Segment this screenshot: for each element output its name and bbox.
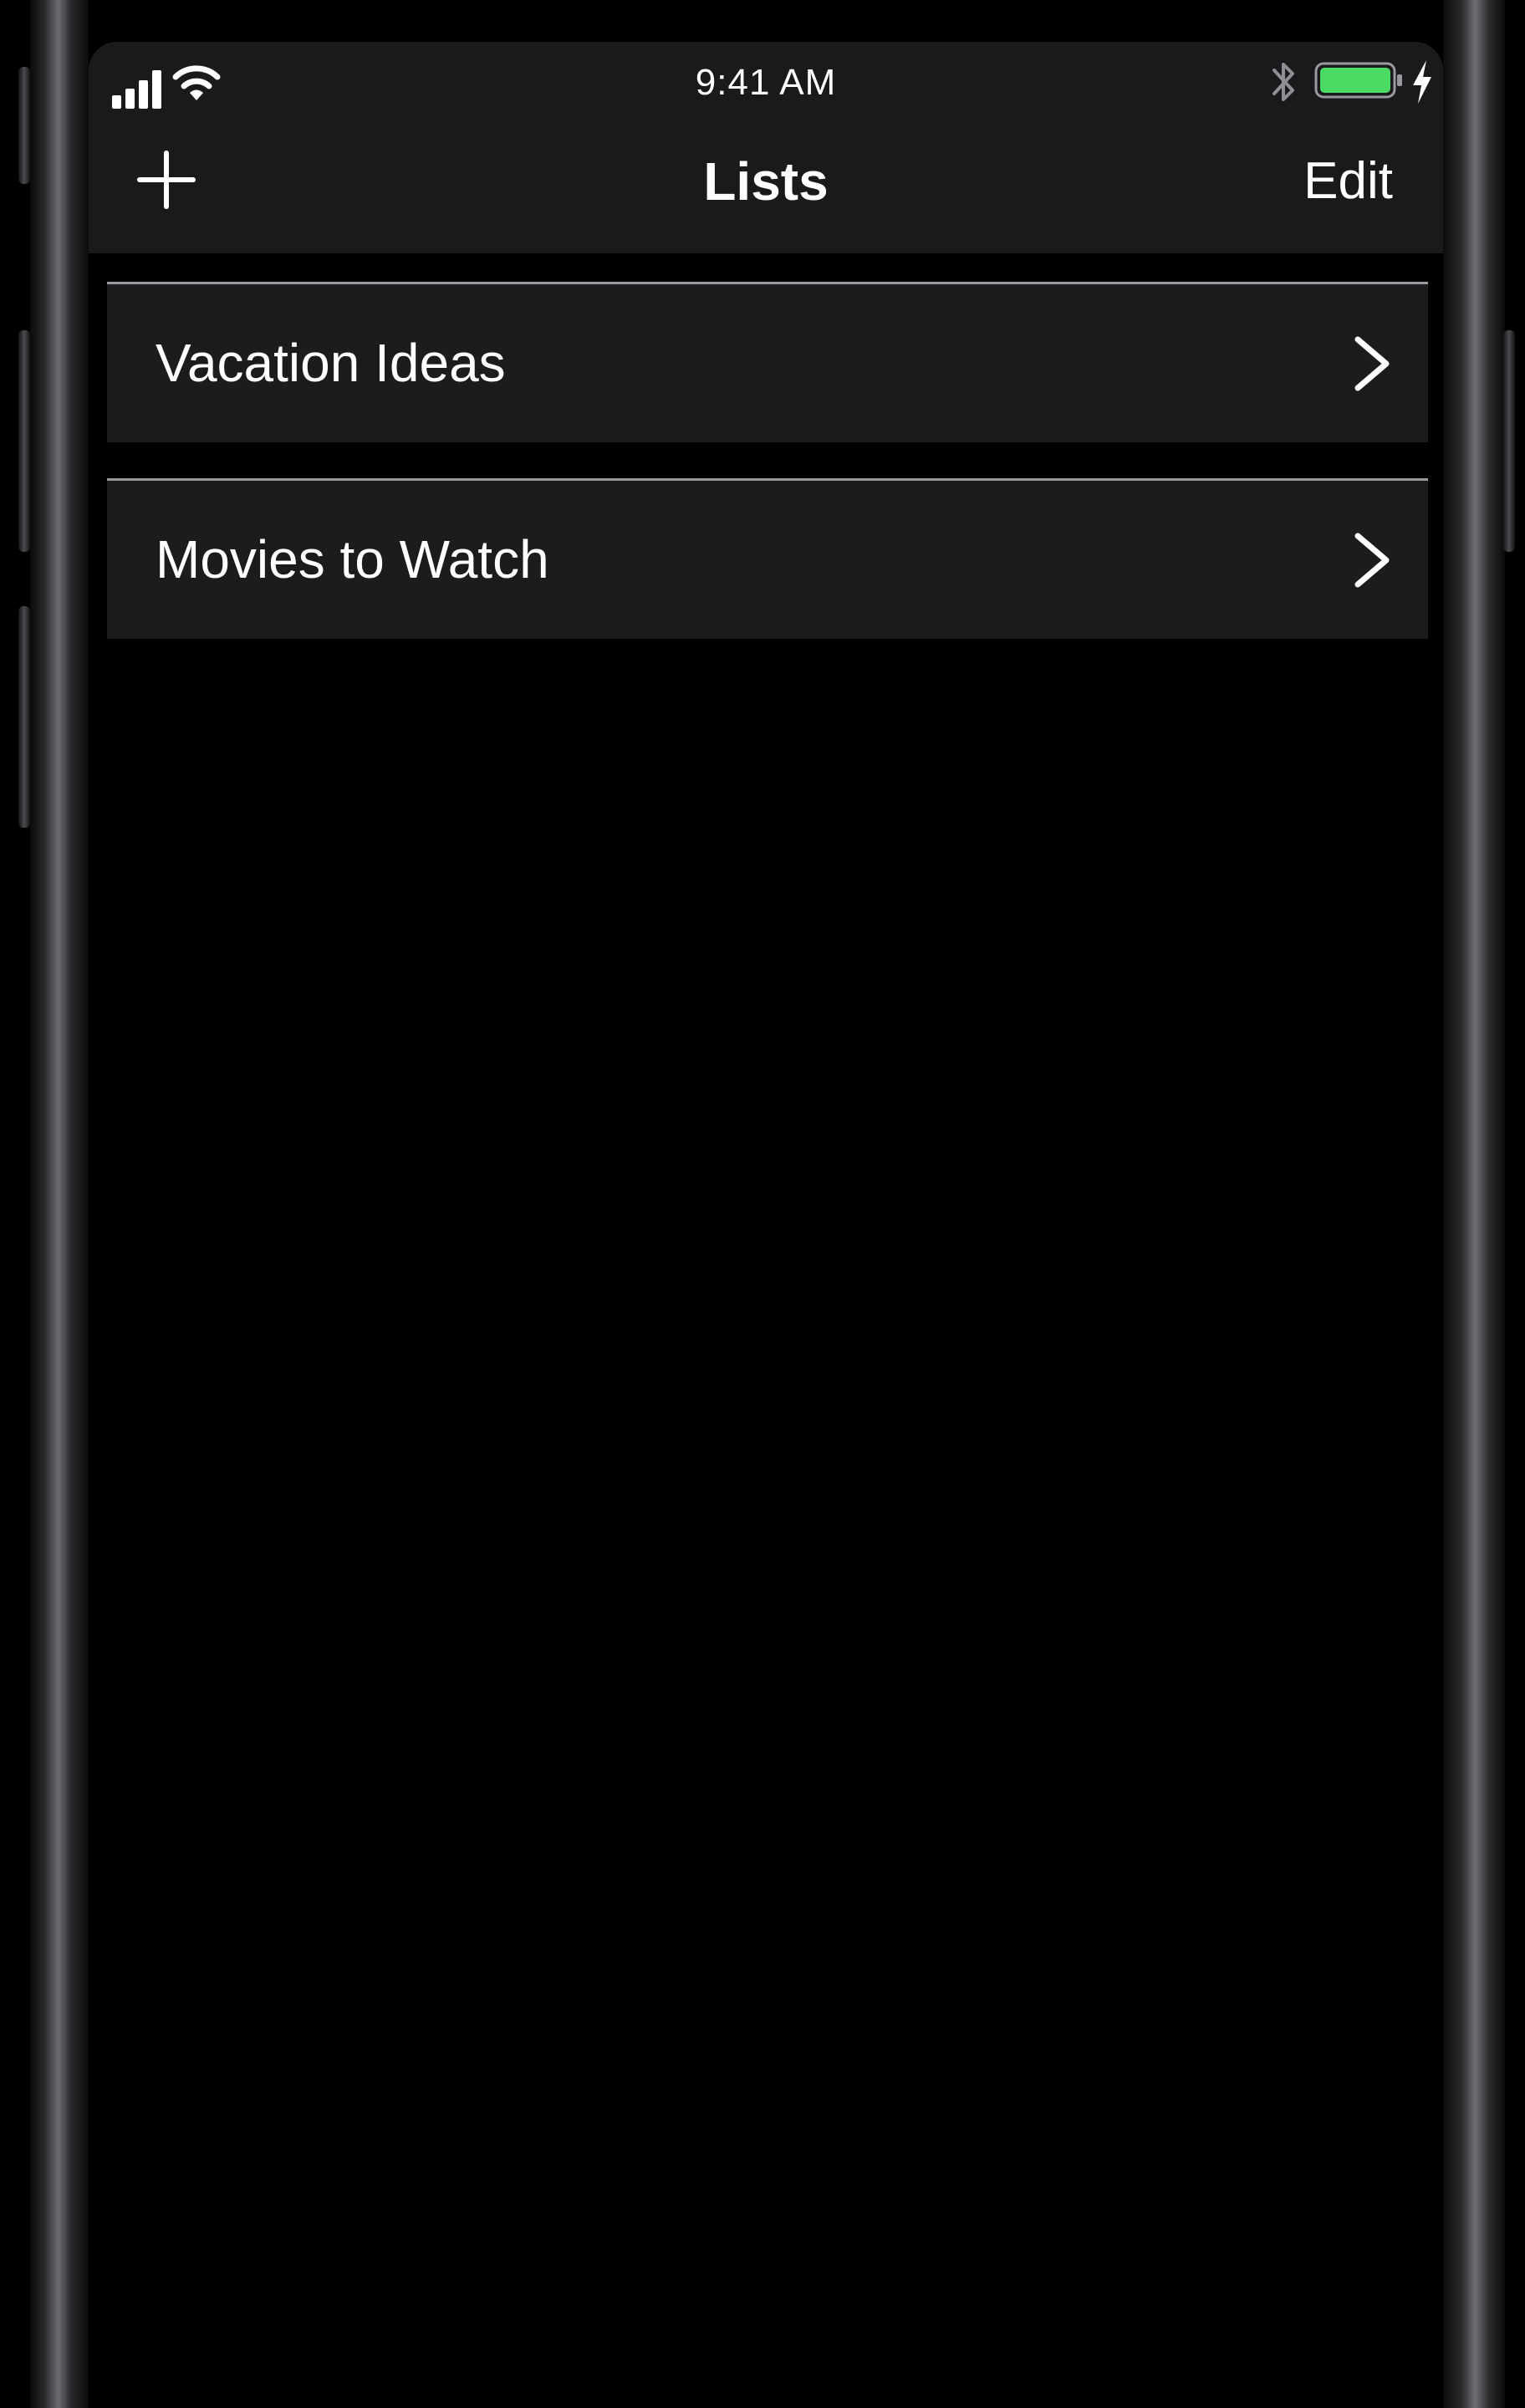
wifi-icon <box>172 65 221 100</box>
chevron-right-icon <box>1354 336 1390 391</box>
cellular-signal-icon <box>112 70 161 109</box>
phone-frame-left <box>30 0 89 2408</box>
chevron-right-icon <box>1354 533 1390 588</box>
app-screen: 9:41 AM Lists Edit Vacation Ideas Movies… <box>89 42 1443 2408</box>
list-item-vacation-ideas[interactable]: Vacation Ideas <box>107 282 1428 442</box>
plus-icon[interactable] <box>137 150 196 209</box>
phone-frame-right <box>1443 0 1505 2408</box>
battery-icon <box>1314 62 1402 99</box>
list-item-movies-to-watch[interactable]: Movies to Watch <box>107 478 1428 639</box>
status-time: 9:41 AM <box>695 62 837 103</box>
navigation-bar: 9:41 AM Lists Edit <box>89 42 1443 253</box>
volume-down-button <box>18 606 30 828</box>
phone-device: 9:41 AM Lists Edit Vacation Ideas Movies… <box>0 0 1525 2408</box>
charging-bolt-icon <box>1413 60 1431 104</box>
page-title: Lists <box>703 151 829 212</box>
list-item-label: Movies to Watch <box>156 529 549 589</box>
list-item-label: Vacation Ideas <box>156 333 506 393</box>
volume-up-button <box>18 330 30 552</box>
bluetooth-icon <box>1273 63 1294 101</box>
mute-switch <box>18 67 30 184</box>
edit-button[interactable]: Edit <box>1209 144 1393 219</box>
side-button <box>1503 330 1515 552</box>
